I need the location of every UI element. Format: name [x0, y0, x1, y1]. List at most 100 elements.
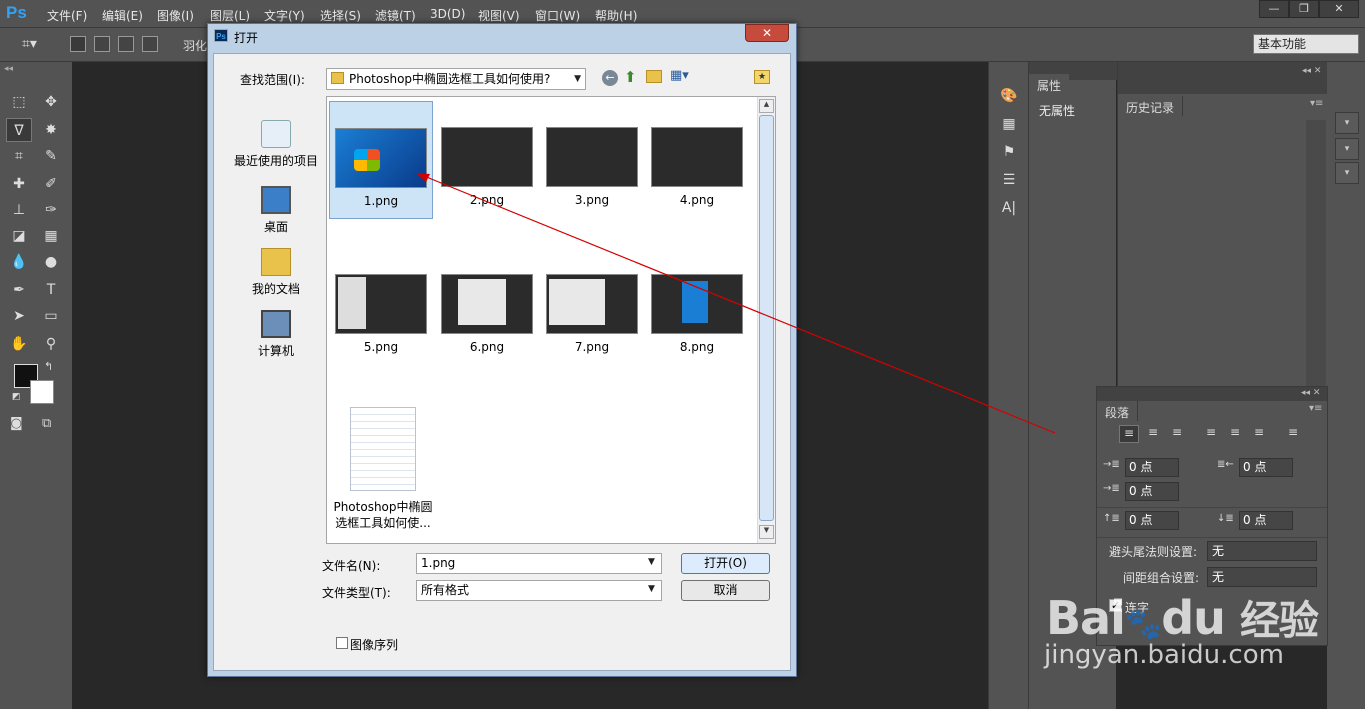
- move-tool-icon[interactable]: ✥: [38, 90, 64, 114]
- zoom-tool-icon[interactable]: ⚲: [38, 332, 64, 356]
- file-item-2[interactable]: 2.png: [435, 127, 539, 207]
- view-menu-icon[interactable]: ▦▾: [670, 68, 689, 83]
- filetype-select[interactable]: 所有格式: [416, 580, 662, 601]
- clone-stamp-icon[interactable]: ⊥: [6, 198, 32, 222]
- properties-tab[interactable]: 属性: [1029, 74, 1070, 94]
- menu-layer[interactable]: 图层(L): [210, 7, 250, 24]
- default-colors-icon[interactable]: ◩: [12, 392, 21, 402]
- color-panel-icon[interactable]: 🎨: [997, 88, 1021, 110]
- align-right-icon[interactable]: ≡: [1167, 425, 1187, 443]
- indent-right-input[interactable]: 0 点: [1239, 458, 1293, 477]
- scroll-up-icon[interactable]: ▲: [759, 99, 774, 113]
- menu-window[interactable]: 窗口(W): [535, 7, 580, 24]
- healing-brush-icon[interactable]: ✚: [6, 172, 32, 196]
- quick-mask-icon[interactable]: ◙: [10, 416, 23, 431]
- justify-left-icon[interactable]: ≡: [1201, 425, 1221, 443]
- paragraph-tab[interactable]: 段落: [1097, 401, 1139, 421]
- scroll-thumb[interactable]: [759, 115, 774, 521]
- menu-3d[interactable]: 3D(D): [430, 7, 465, 21]
- paragraph-close-icon[interactable]: ◂◂ ✕: [1301, 388, 1320, 398]
- file-item-3[interactable]: 3.png: [540, 127, 644, 207]
- rectangle-tool-icon[interactable]: ▭: [38, 304, 64, 328]
- swatches-panel-icon[interactable]: ▦: [997, 116, 1021, 138]
- path-select-icon[interactable]: ➤: [6, 304, 32, 328]
- place-documents[interactable]: 我的文档: [226, 248, 326, 297]
- image-sequence-checkbox[interactable]: [336, 637, 348, 649]
- background-color-swatch[interactable]: [30, 380, 54, 404]
- align-left-icon[interactable]: ≡: [1119, 425, 1139, 443]
- file-item-1[interactable]: 1.png: [329, 101, 433, 219]
- subtract-selection-icon[interactable]: [118, 36, 134, 52]
- menu-view[interactable]: 视图(V): [478, 7, 520, 24]
- adjustments-panel-icon[interactable]: ⚑: [997, 144, 1021, 166]
- justify-right-icon[interactable]: ≡: [1249, 425, 1269, 443]
- dialog-close-button[interactable]: ✕: [745, 24, 789, 42]
- history-tab[interactable]: 历史记录: [1118, 96, 1184, 116]
- menu-image[interactable]: 图像(I): [157, 7, 194, 24]
- restore-button[interactable]: ❐: [1289, 0, 1319, 18]
- collapse-icon[interactable]: ◂◂: [4, 64, 13, 74]
- history-collapse-icon[interactable]: ◂◂ ✕: [1302, 66, 1321, 76]
- place-computer[interactable]: 计算机: [226, 310, 326, 359]
- history-brush-icon[interactable]: ✑: [38, 198, 64, 222]
- blur-icon[interactable]: 💧: [6, 250, 32, 274]
- scroll-down-icon[interactable]: ▼: [759, 525, 774, 539]
- space-before-input[interactable]: 0 点: [1125, 511, 1179, 530]
- eraser-icon[interactable]: ◪: [6, 224, 32, 248]
- file-item-7[interactable]: 7.png: [540, 274, 644, 354]
- paragraph-menu-icon[interactable]: ▾≡: [1309, 403, 1322, 414]
- polygon-lasso-preset-icon[interactable]: ⌗▾: [22, 36, 37, 52]
- swap-colors-icon[interactable]: ↰: [44, 360, 53, 373]
- minimize-button[interactable]: —: [1259, 0, 1289, 18]
- place-desktop[interactable]: 桌面: [226, 186, 326, 235]
- open-button[interactable]: 打开(O): [681, 553, 770, 574]
- chevron-down-icon[interactable]: ▼: [648, 557, 655, 567]
- gradient-icon[interactable]: ▦: [38, 224, 64, 248]
- menu-help[interactable]: 帮助(H): [595, 7, 637, 24]
- lookin-select[interactable]: Photoshop中椭圆选框工具如何使用? ▼: [326, 68, 586, 90]
- history-scrollbar[interactable]: [1306, 120, 1326, 390]
- first-line-indent-input[interactable]: 0 点: [1125, 482, 1179, 501]
- cancel-button[interactable]: 取消: [681, 580, 770, 601]
- eyedropper-icon[interactable]: ✎: [38, 144, 64, 168]
- menu-edit[interactable]: 编辑(E): [102, 7, 143, 24]
- chevron-down-icon[interactable]: ▼: [648, 584, 655, 594]
- menu-file[interactable]: 文件(F): [47, 7, 87, 24]
- dropdown-icon[interactable]: ▾: [1335, 138, 1359, 160]
- workspace-select[interactable]: 基本功能: [1253, 34, 1359, 54]
- dropdown-icon[interactable]: ▾: [1335, 162, 1359, 184]
- place-recent[interactable]: 最近使用的项目: [226, 120, 326, 169]
- close-app-button[interactable]: ✕: [1319, 0, 1359, 18]
- folder-item[interactable]: Photoshop中椭圆 选框工具如何使...: [329, 407, 437, 531]
- magic-wand-icon[interactable]: ✸: [38, 118, 64, 142]
- marquee-tool-icon[interactable]: ⬚: [6, 90, 32, 114]
- intersect-selection-icon[interactable]: [142, 36, 158, 52]
- menu-filter[interactable]: 滤镜(T): [375, 7, 416, 24]
- justify-center-icon[interactable]: ≡: [1225, 425, 1245, 443]
- dropdown-icon[interactable]: ▾: [1335, 112, 1359, 134]
- character-panel-icon[interactable]: A|: [997, 200, 1021, 222]
- kinsoku-select[interactable]: 无: [1207, 541, 1317, 561]
- justify-all-icon[interactable]: ≡: [1283, 425, 1303, 443]
- dodge-icon[interactable]: ●: [38, 250, 64, 274]
- lasso-tool-icon[interactable]: ᐁ: [6, 118, 32, 142]
- align-center-icon[interactable]: ≡: [1143, 425, 1163, 443]
- file-item-4[interactable]: 4.png: [645, 127, 749, 207]
- file-list-scrollbar[interactable]: ▲ ▼: [757, 97, 775, 543]
- file-item-6[interactable]: 6.png: [435, 274, 539, 354]
- brush-tool-icon[interactable]: ✐: [38, 172, 64, 196]
- screen-mode-icon[interactable]: ⧉: [42, 416, 51, 431]
- pen-tool-icon[interactable]: ✒: [6, 278, 32, 302]
- up-folder-icon[interactable]: ⬆: [624, 68, 637, 86]
- type-tool-icon[interactable]: T: [38, 278, 64, 302]
- indent-left-input[interactable]: 0 点: [1125, 458, 1179, 477]
- add-selection-icon[interactable]: [94, 36, 110, 52]
- space-after-input[interactable]: 0 点: [1239, 511, 1293, 530]
- styles-panel-icon[interactable]: ☰: [997, 172, 1021, 194]
- menu-select[interactable]: 选择(S): [320, 7, 361, 24]
- back-icon[interactable]: ←: [602, 70, 618, 86]
- crop-tool-icon[interactable]: ⌗: [6, 144, 32, 168]
- file-item-8[interactable]: 8.png: [645, 274, 749, 354]
- hand-tool-icon[interactable]: ✋: [6, 332, 32, 356]
- menu-type[interactable]: 文字(Y): [264, 7, 305, 24]
